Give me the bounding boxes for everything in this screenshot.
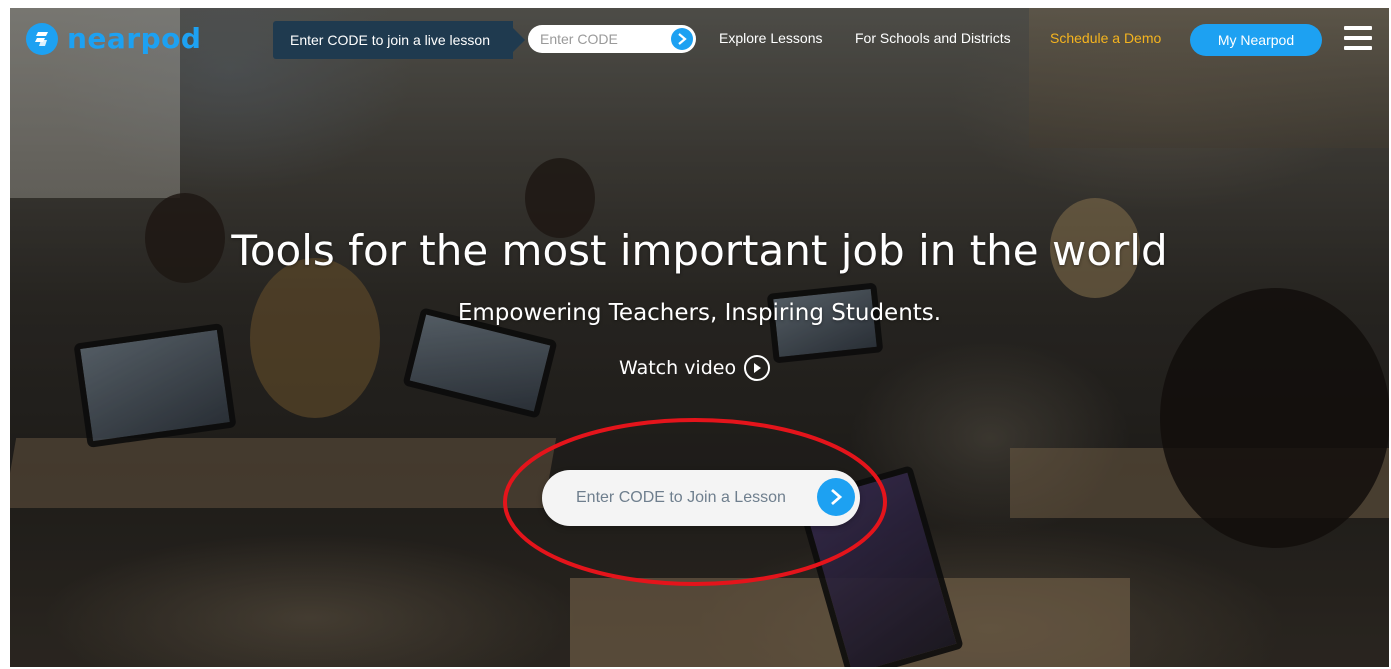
join-live-lesson-label: Enter CODE to join a live lesson — [273, 21, 525, 59]
red-highlight-circle — [503, 418, 887, 586]
nav-schedule-demo[interactable]: Schedule a Demo — [1050, 30, 1161, 46]
nav-schools-and-districts[interactable]: For Schools and Districts — [855, 30, 1011, 46]
header-code-submit-button[interactable] — [671, 28, 693, 50]
brand-logo[interactable]: nearpod — [26, 22, 201, 55]
watch-video-label: Watch video — [619, 357, 737, 379]
watch-video-link[interactable]: Watch video — [619, 353, 771, 383]
hero-headline: Tools for the most important job in the … — [231, 226, 1168, 275]
top-navigation-bar: nearpod Enter CODE to join a live lesson… — [10, 8, 1389, 72]
hamburger-menu-icon[interactable] — [1344, 26, 1372, 50]
page-frame: nearpod Enter CODE to join a live lesson… — [10, 8, 1389, 667]
header-code-field — [528, 25, 696, 53]
my-nearpod-button[interactable]: My Nearpod — [1190, 24, 1322, 56]
nearpod-logo-icon — [26, 22, 58, 55]
header-code-input[interactable] — [540, 31, 660, 47]
hero-subheadline: Empowering Teachers, Inspiring Students. — [457, 300, 942, 326]
nav-explore-lessons[interactable]: Explore Lessons — [719, 30, 823, 46]
brand-name: nearpod — [67, 22, 202, 55]
chevron-right-icon — [678, 33, 687, 45]
play-circle-icon — [744, 355, 771, 381]
